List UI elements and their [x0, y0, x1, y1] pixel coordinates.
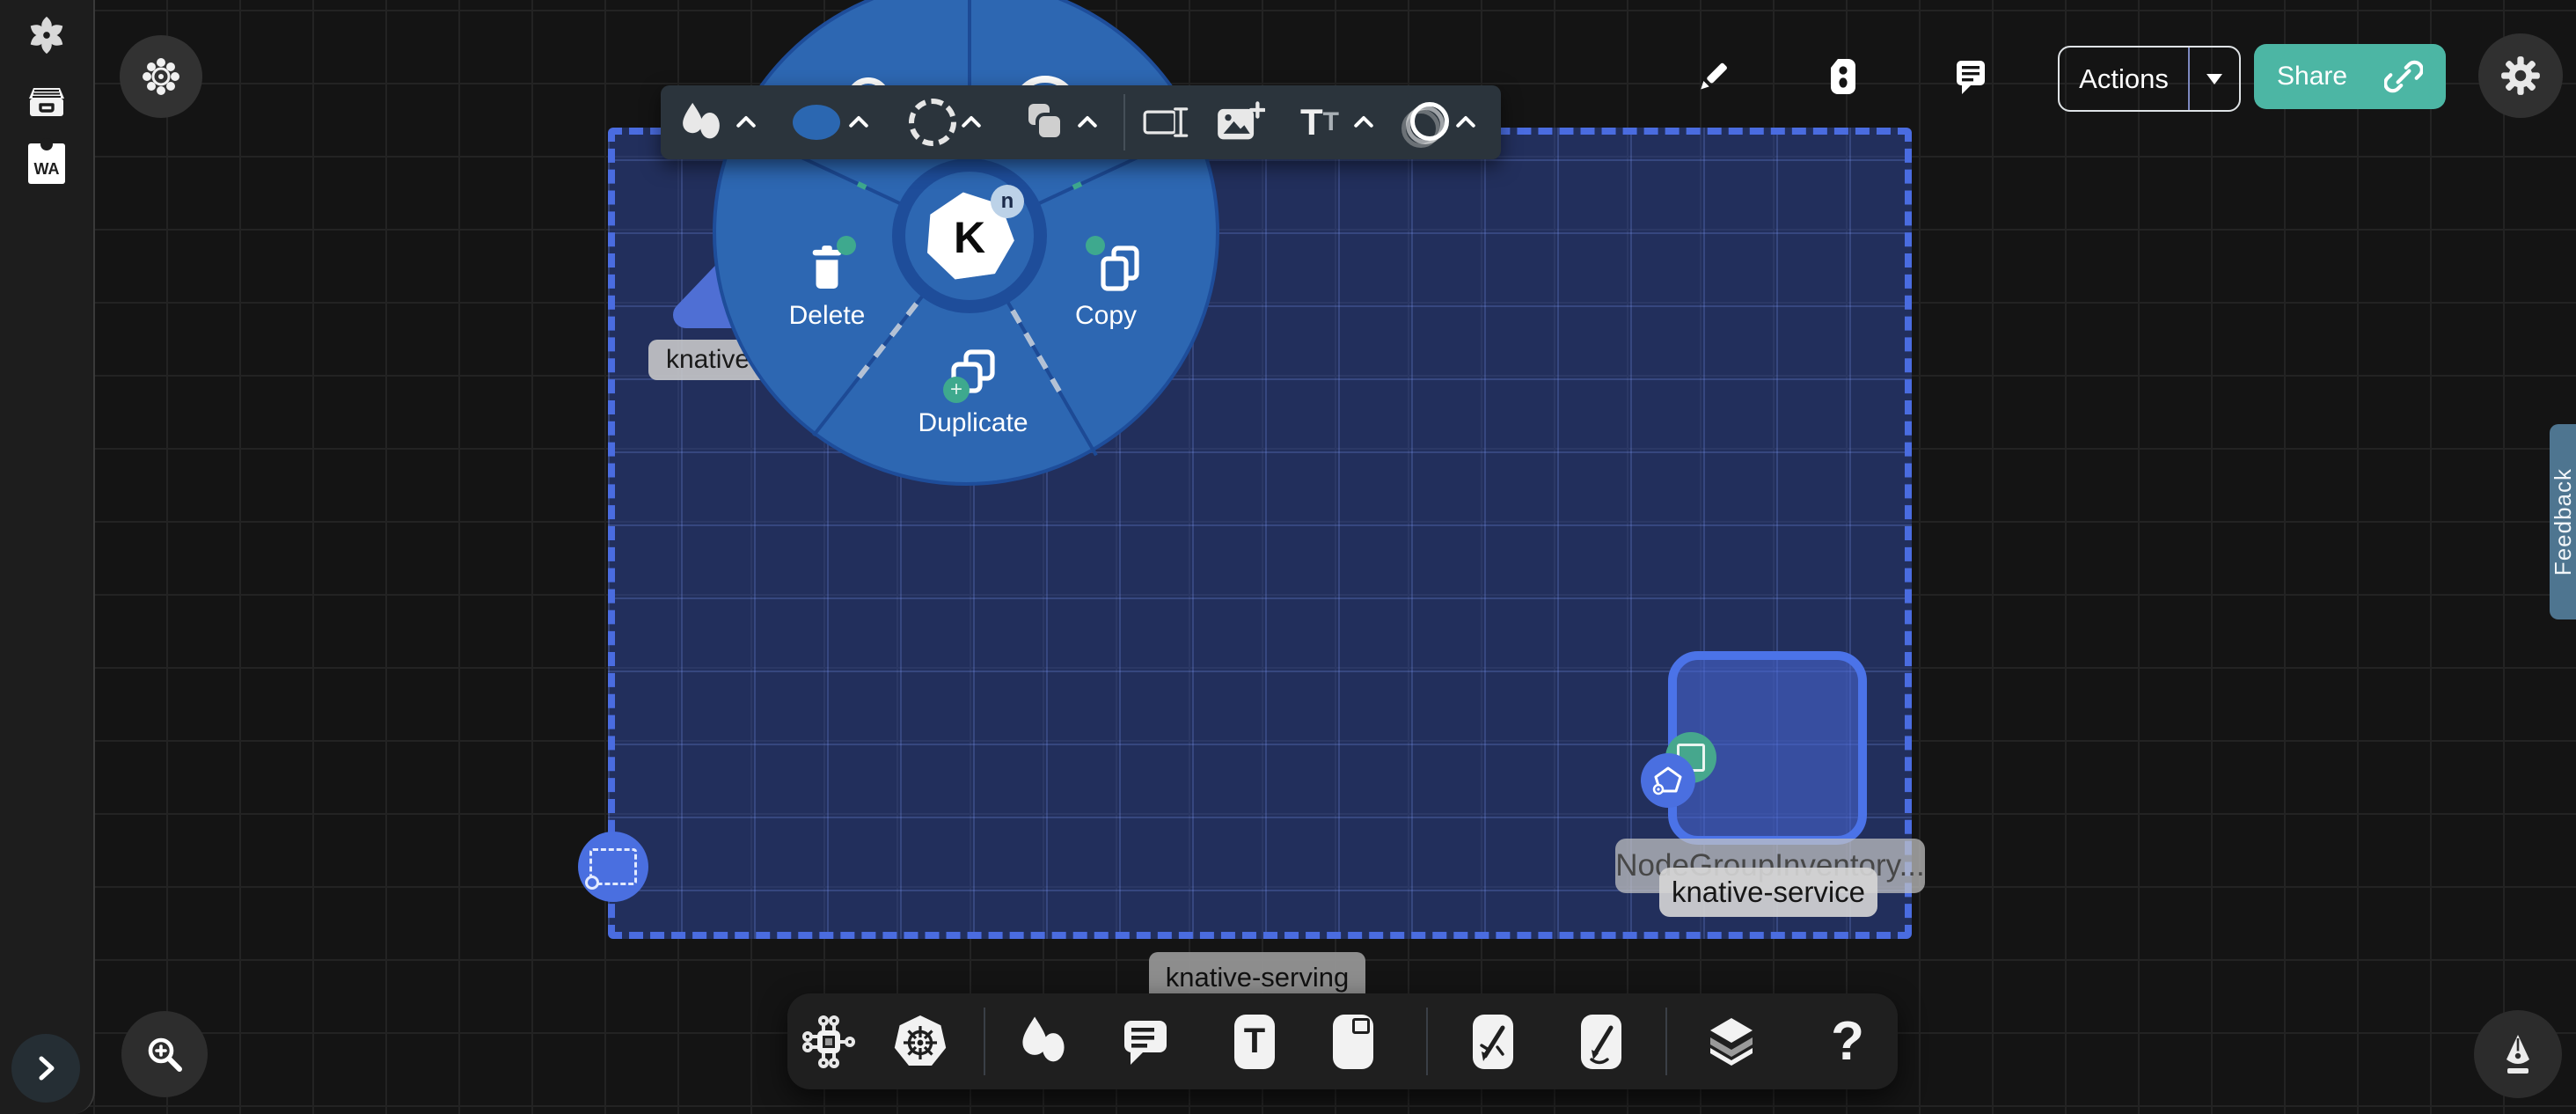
gear-icon	[2499, 54, 2543, 98]
note-tool[interactable]	[1324, 993, 1382, 1089]
node-name-label: knative-service	[1659, 868, 1877, 917]
border-style-expand[interactable]	[956, 85, 986, 159]
edit-pencil-button[interactable]	[1687, 50, 1739, 103]
copy-status-dot	[1086, 236, 1105, 255]
link-icon	[2384, 57, 2423, 96]
shape-picker-icon[interactable]	[677, 85, 726, 159]
archive-icon[interactable]	[0, 77, 93, 123]
delete-status-dot	[837, 236, 856, 255]
caret-down-icon	[2206, 74, 2222, 84]
format-toolbar: TT	[661, 85, 1501, 159]
zoom-in-icon	[142, 1031, 187, 1077]
opacity-expand[interactable]	[1451, 85, 1481, 159]
pen-mode-button[interactable]	[2474, 1010, 2562, 1098]
text-style-icon[interactable]: TT	[1291, 85, 1349, 159]
toolbar-divider	[1426, 1008, 1428, 1075]
pen-ruler-tool[interactable]	[1464, 993, 1522, 1089]
zoom-button[interactable]	[121, 1011, 208, 1097]
knative-n-badge: n	[991, 185, 1024, 218]
fill-color-swatch[interactable]	[791, 85, 842, 159]
canvas[interactable]: knative-s NodeGroupInventory... knative-…	[0, 0, 2576, 1114]
menu-item-delete[interactable]: Delete	[789, 301, 866, 331]
share-label: Share	[2277, 62, 2347, 92]
tools-toolbar: T	[787, 993, 1898, 1089]
toolbar-divider	[984, 1008, 985, 1075]
menu-item-duplicate[interactable]: Duplicate	[918, 408, 1028, 438]
cluster-icon	[141, 56, 181, 97]
save-button[interactable]	[1817, 50, 1870, 103]
toolbar-divider	[1123, 94, 1125, 150]
shape-picker-expand[interactable]	[731, 85, 761, 159]
feedback-tab[interactable]: Feedback	[2550, 424, 2576, 619]
cluster-button[interactable]	[120, 35, 202, 118]
kubernetes-tool[interactable]	[891, 993, 949, 1089]
chevron-right-icon	[31, 1053, 61, 1083]
selection-handle[interactable]	[578, 832, 648, 902]
fill-color-expand[interactable]	[844, 85, 874, 159]
webassembly-icon[interactable]: WA	[0, 141, 93, 187]
help-tool[interactable]: ?	[1819, 993, 1877, 1089]
text-style-expand[interactable]	[1349, 85, 1379, 159]
share-button[interactable]: Share	[2254, 44, 2446, 109]
comments-button[interactable]	[1944, 50, 1997, 103]
text-tool[interactable]: T	[1226, 993, 1284, 1089]
pen-nib-icon	[2495, 1031, 2541, 1077]
duplicate-plus-dot: +	[943, 377, 970, 403]
opacity-icon[interactable]	[1400, 85, 1453, 159]
sidebar: WA	[0, 0, 95, 1114]
actions-button[interactable]: Actions	[2058, 46, 2241, 112]
border-style-icon[interactable]	[909, 85, 956, 159]
actions-caret[interactable]	[2190, 74, 2239, 84]
layers-tool[interactable]	[1702, 993, 1760, 1089]
arrange-icon[interactable]	[1025, 85, 1067, 159]
menu-item-copy[interactable]: Copy	[1075, 301, 1137, 331]
toolbar-divider	[1665, 1008, 1667, 1075]
radial-context-menu[interactable]: Delete Copy + Duplicate K n	[713, 0, 1219, 486]
arrange-expand[interactable]	[1072, 85, 1102, 159]
rename-icon[interactable]	[1141, 85, 1192, 159]
actions-label: Actions	[2060, 63, 2188, 95]
diagram-tool[interactable]	[800, 993, 858, 1089]
copy-icon[interactable]	[1098, 245, 1142, 297]
shapes-tool[interactable]	[1014, 993, 1072, 1089]
feedback-label: Feedback	[2550, 468, 2576, 575]
comment-tool[interactable]	[1116, 993, 1175, 1089]
knative-badge-icon	[1641, 753, 1695, 808]
settings-button[interactable]	[2478, 33, 2563, 118]
app-logo-icon[interactable]	[0, 14, 93, 56]
pencil-tool[interactable]	[1572, 993, 1630, 1089]
expand-sidebar-button[interactable]	[11, 1034, 80, 1103]
add-image-icon[interactable]	[1215, 85, 1266, 159]
